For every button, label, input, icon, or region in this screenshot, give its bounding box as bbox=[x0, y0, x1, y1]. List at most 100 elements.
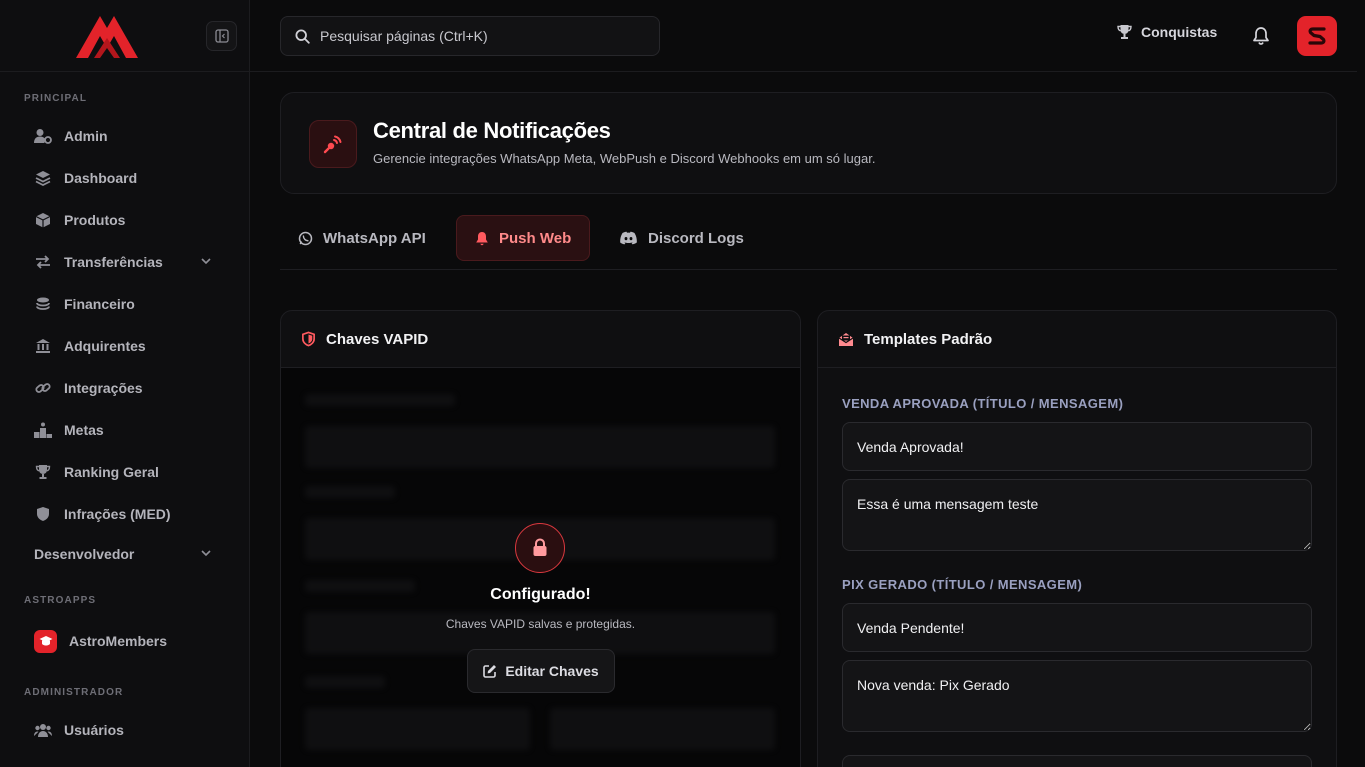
lock-icon bbox=[515, 523, 565, 573]
sidebar-item-admin[interactable]: Admin bbox=[34, 122, 224, 150]
sidebar-item-label: Produtos bbox=[64, 212, 126, 228]
sidebar-item-adquirentes[interactable]: Adquirentes bbox=[34, 332, 224, 360]
shield-icon bbox=[302, 331, 315, 347]
vapid-keys-card: Chaves VAPID Configurado! Chaves VAPID s… bbox=[280, 310, 801, 767]
blurred-field bbox=[305, 426, 775, 468]
box-icon bbox=[34, 211, 52, 229]
sidebar-item-label: Admin bbox=[64, 128, 108, 144]
sidebar-toggle-icon bbox=[214, 29, 229, 43]
default-templates-card: Templates Padrão VENDA APROVADA (TÍTULO … bbox=[817, 310, 1337, 767]
link-icon bbox=[34, 379, 52, 397]
section-title-astroapps: ASTROAPPS bbox=[24, 595, 97, 606]
tab-label: Discord Logs bbox=[648, 229, 744, 247]
sidebar-item-label: Dashboard bbox=[64, 170, 138, 186]
chevron-down-icon bbox=[201, 258, 211, 265]
search-icon bbox=[295, 28, 310, 44]
edit-keys-button[interactable]: Editar Chaves bbox=[467, 649, 615, 693]
coins-icon bbox=[34, 295, 52, 313]
podium-icon bbox=[34, 421, 52, 439]
brand-logo[interactable] bbox=[76, 14, 138, 58]
template-pix-message-textarea[interactable]: Nova venda: Pix Gerado bbox=[842, 660, 1312, 732]
brand-s-icon bbox=[1308, 27, 1326, 45]
sidebar-item-infracoes[interactable]: Infrações (MED) bbox=[34, 500, 224, 528]
app-root: PRINCIPAL Admin Dashboard Produtos Trans… bbox=[0, 0, 1365, 767]
graduation-cap-icon bbox=[34, 629, 57, 653]
edit-icon bbox=[483, 665, 497, 678]
sidebar-item-produtos[interactable]: Produtos bbox=[34, 206, 224, 234]
tabs-bar: WhatsApp API Push Web Discord Logs bbox=[280, 214, 1337, 270]
sidebar-item-transferencias[interactable]: Transferências bbox=[34, 248, 224, 276]
card-title: Chaves VAPID bbox=[326, 330, 429, 348]
notifications-button[interactable] bbox=[1250, 24, 1272, 46]
user-gear-icon bbox=[34, 127, 52, 145]
sidebar-collapse-button[interactable] bbox=[206, 21, 237, 51]
achievements-label: Conquistas bbox=[1141, 24, 1218, 40]
sidebar-item-label: Ranking Geral bbox=[64, 464, 159, 480]
sidebar-item-label: AstroMembers bbox=[69, 633, 168, 649]
blurred-field bbox=[305, 708, 530, 750]
page-subtitle: Gerencie integrações WhatsApp Meta, WebP… bbox=[373, 151, 876, 166]
trophy-icon bbox=[34, 463, 52, 481]
vapid-locked-overlay: Configurado! Chaves VAPID salvas e prote… bbox=[281, 368, 800, 767]
page-hero: Central de Notificações Gerencie integra… bbox=[280, 92, 1337, 194]
sidebar-item-astromembers[interactable]: AstroMembers bbox=[34, 627, 224, 655]
sidebar-item-desenvolvedor[interactable]: Desenvolvedor bbox=[34, 540, 224, 568]
top-header: Conquistas bbox=[250, 0, 1365, 72]
blurred-field-label bbox=[305, 676, 385, 688]
sidebar-item-label: Integrações bbox=[64, 380, 143, 396]
template-approved-title-input[interactable] bbox=[842, 422, 1312, 471]
tab-whatsapp-api[interactable]: WhatsApp API bbox=[280, 215, 444, 261]
template-next-input[interactable] bbox=[842, 755, 1312, 767]
bell-icon bbox=[1253, 26, 1269, 45]
achievements-link[interactable]: Conquistas bbox=[1116, 24, 1217, 40]
tab-push-web[interactable]: Push Web bbox=[456, 215, 591, 261]
sidebar-item-integracoes[interactable]: Integrações bbox=[34, 374, 224, 402]
template-approved-message-textarea[interactable]: Essa é uma mensagem teste bbox=[842, 479, 1312, 551]
edit-keys-label: Editar Chaves bbox=[505, 663, 599, 679]
search-input[interactable] bbox=[320, 28, 640, 44]
sidebar-item-label: Adquirentes bbox=[64, 338, 146, 354]
discord-icon bbox=[620, 231, 637, 245]
card-title: Templates Padrão bbox=[864, 330, 993, 348]
shield-icon bbox=[34, 505, 52, 523]
sidebar: PRINCIPAL Admin Dashboard Produtos Trans… bbox=[0, 0, 250, 767]
page-title: Central de Notificações bbox=[373, 118, 611, 143]
configured-title: Configurado! bbox=[490, 586, 591, 603]
tab-label: WhatsApp API bbox=[323, 229, 426, 247]
section-title-principal: PRINCIPAL bbox=[24, 93, 88, 104]
configured-subtitle: Chaves VAPID salvas e protegidas. bbox=[445, 617, 636, 631]
template-approved-label: VENDA APROVADA (TÍTULO / MENSAGEM) bbox=[842, 396, 1124, 411]
user-avatar[interactable] bbox=[1297, 16, 1337, 56]
template-pix-title-input[interactable] bbox=[842, 603, 1312, 652]
blurred-field-label bbox=[305, 394, 455, 406]
sidebar-item-usuarios[interactable]: Usuários bbox=[34, 716, 224, 744]
mail-open-icon bbox=[838, 332, 854, 346]
sidebar-item-metas[interactable]: Metas bbox=[34, 416, 224, 444]
sidebar-item-label: Infrações (MED) bbox=[64, 506, 171, 522]
blurred-field-label bbox=[305, 486, 395, 498]
sidebar-item-label: Transferências bbox=[64, 254, 163, 270]
template-pix-label: PIX GERADO (TÍTULO / MENSAGEM) bbox=[842, 577, 1083, 592]
brand-area bbox=[0, 0, 249, 72]
card-header: Templates Padrão bbox=[818, 311, 1336, 368]
bank-icon bbox=[34, 337, 52, 355]
sidebar-item-label: Metas bbox=[64, 422, 104, 438]
sidebar-item-label: Usuários bbox=[64, 722, 124, 738]
card-header: Chaves VAPID bbox=[281, 311, 800, 368]
chevron-down-icon bbox=[201, 550, 211, 557]
sidebar-item-ranking-geral[interactable]: Ranking Geral bbox=[34, 458, 224, 486]
tab-label: Push Web bbox=[499, 229, 572, 247]
search-box[interactable] bbox=[280, 16, 660, 56]
sidebar-item-label: Financeiro bbox=[64, 296, 135, 312]
bell-icon bbox=[476, 231, 488, 245]
users-icon bbox=[34, 721, 52, 739]
blurred-field bbox=[550, 708, 775, 750]
arrows-exchange-icon bbox=[34, 253, 52, 271]
sidebar-item-dashboard[interactable]: Dashboard bbox=[34, 164, 224, 192]
sidebar-item-financeiro[interactable]: Financeiro bbox=[34, 290, 224, 318]
sidebar-item-label: Desenvolvedor bbox=[34, 546, 135, 562]
broadcast-icon bbox=[309, 120, 357, 168]
tab-discord-logs[interactable]: Discord Logs bbox=[601, 215, 762, 261]
section-title-administrador: ADMINISTRADOR bbox=[24, 687, 124, 698]
page-scrollbar[interactable] bbox=[1357, 0, 1365, 767]
